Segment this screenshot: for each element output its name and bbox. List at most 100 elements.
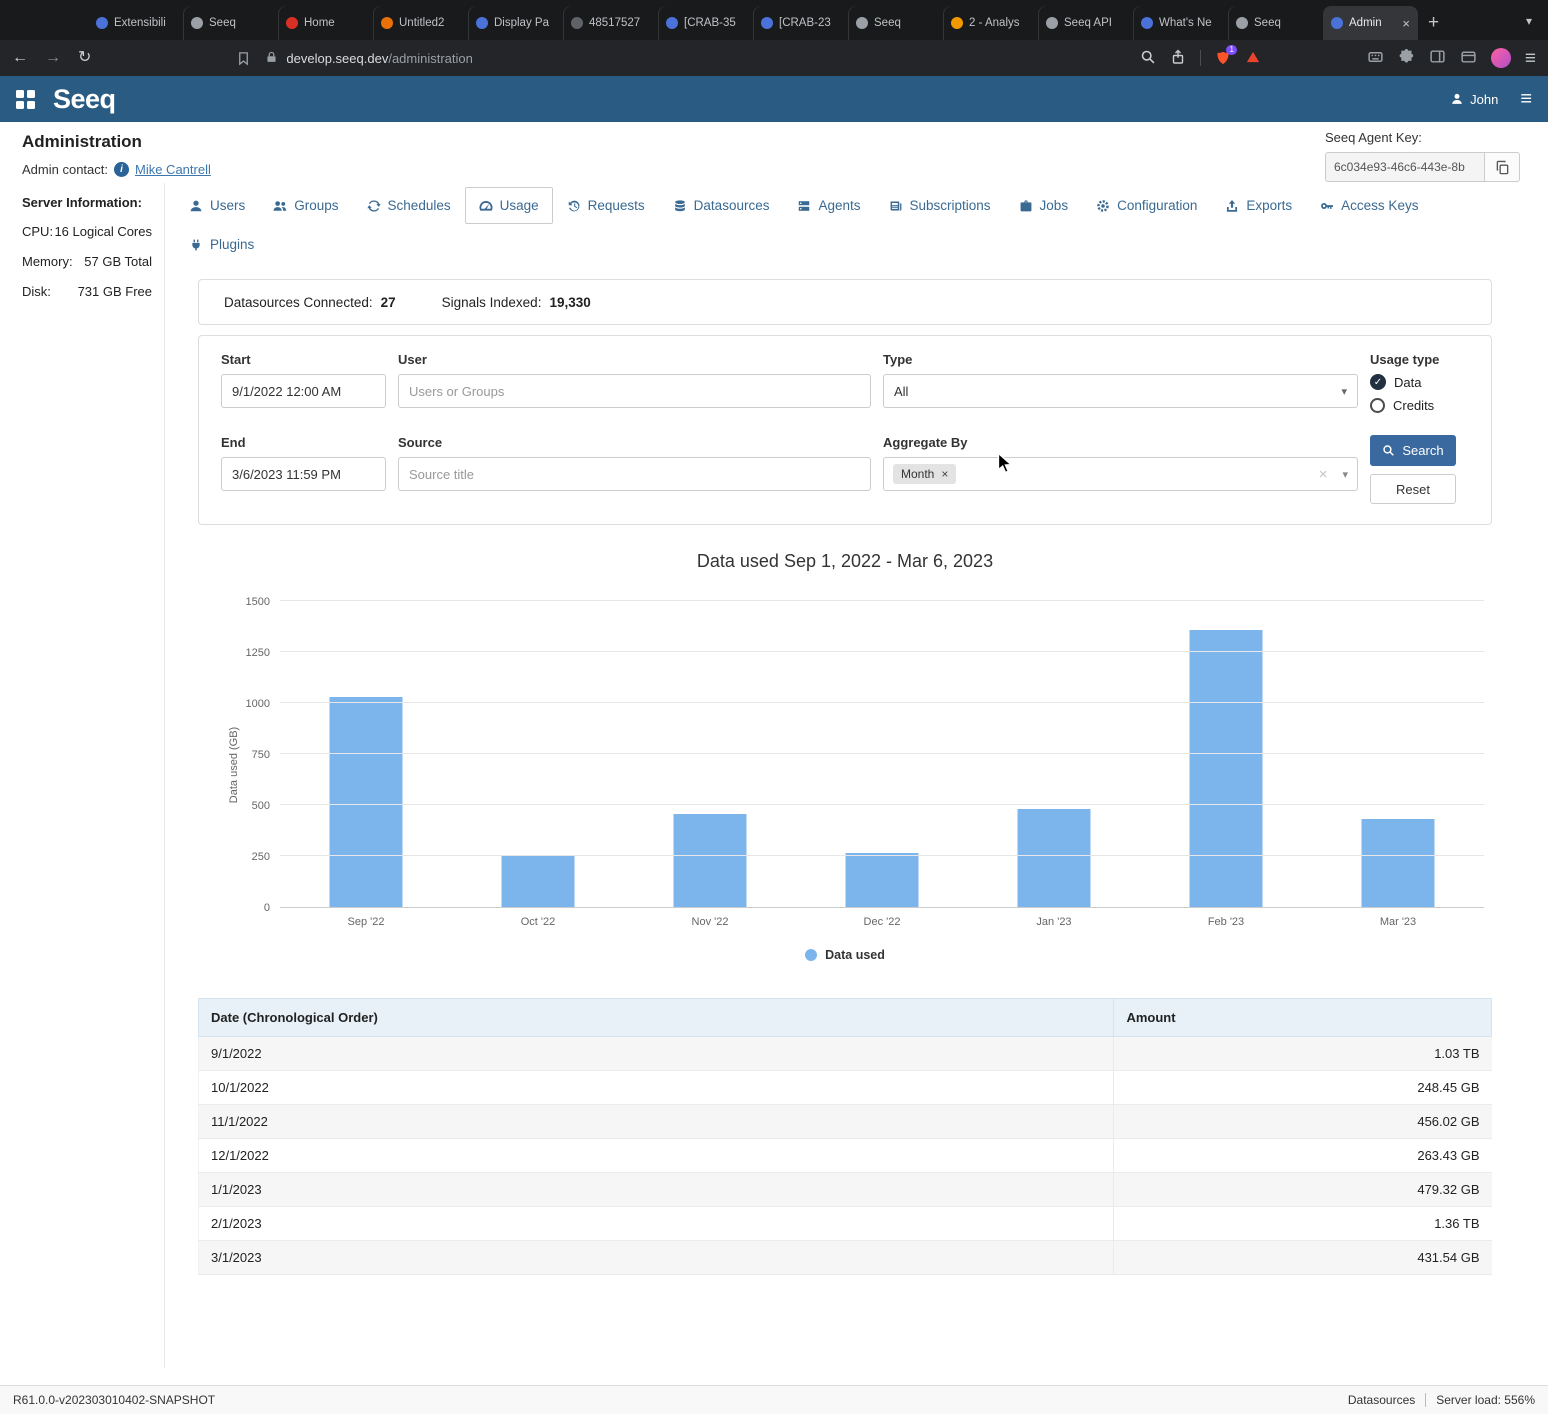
- info-icon: i: [114, 162, 129, 177]
- date-cell: 9/1/2022: [199, 1037, 1114, 1071]
- warning-triangle-icon[interactable]: [1245, 49, 1261, 68]
- browser-tab[interactable]: Admin×: [1323, 6, 1418, 40]
- admin-contact-label: Admin contact:: [22, 162, 108, 177]
- chip-close-icon[interactable]: ×: [941, 467, 948, 481]
- tab-plugins[interactable]: Plugins: [175, 226, 268, 263]
- y-axis-tick: 1250: [226, 647, 270, 659]
- padlock-icon[interactable]: [265, 50, 278, 67]
- chart-plot-area: 0250500750100012501500: [280, 602, 1484, 908]
- type-select[interactable]: All ▾: [883, 374, 1358, 408]
- tab-users[interactable]: Users: [175, 187, 259, 224]
- tab-requests[interactable]: Requests: [553, 187, 659, 224]
- browser-tab[interactable]: [CRAB-23: [753, 6, 848, 40]
- app-menu-icon[interactable]: ≡: [1520, 89, 1532, 109]
- tab-usage[interactable]: Usage: [465, 187, 553, 224]
- search-button[interactable]: Search: [1370, 435, 1456, 466]
- browser-menu-icon[interactable]: ≡: [1525, 49, 1536, 68]
- sidebar-panel-icon[interactable]: [1429, 48, 1446, 68]
- user-input[interactable]: [398, 374, 871, 408]
- clear-icon[interactable]: ×: [1319, 466, 1328, 483]
- url-text[interactable]: develop.seeq.dev/administration: [286, 51, 472, 66]
- y-axis-tick: 500: [226, 800, 270, 812]
- usage-chart: Data used Sep 1, 2022 - Mar 6, 2023 Data…: [198, 551, 1492, 962]
- browser-tab[interactable]: Seeq: [1228, 6, 1323, 40]
- tab-list-chevron-icon[interactable]: ▾: [1526, 14, 1532, 28]
- usage-type-option-data[interactable]: ✓Data: [1370, 374, 1469, 390]
- datasources-connected-label: Datasources Connected:: [224, 295, 373, 310]
- mouse-cursor: [997, 452, 1015, 476]
- shield-icon[interactable]: 1: [1215, 50, 1231, 66]
- admin-contact-link[interactable]: Mike Cantrell: [135, 162, 211, 177]
- browser-tab[interactable]: [CRAB-35: [658, 6, 753, 40]
- chevron-down-icon: ▾: [1341, 385, 1347, 398]
- end-date-input[interactable]: [221, 457, 386, 491]
- agent-key-input[interactable]: [1325, 152, 1484, 182]
- reload-icon[interactable]: ↻: [78, 50, 91, 66]
- browser-tab[interactable]: Display Pa: [468, 6, 563, 40]
- date-cell: 2/1/2023: [199, 1207, 1114, 1241]
- browser-tab[interactable]: Extensibili: [88, 6, 183, 40]
- new-tab-button[interactable]: +: [1428, 13, 1439, 32]
- bookmark-icon[interactable]: [236, 51, 251, 66]
- tab-agents[interactable]: Agents: [783, 187, 874, 224]
- reset-button[interactable]: Reset: [1370, 474, 1456, 504]
- footer-datasources-link[interactable]: Datasources: [1348, 1393, 1415, 1407]
- chart-legend[interactable]: Data used: [198, 948, 1492, 962]
- share-icon[interactable]: [1170, 49, 1186, 68]
- tab-exports[interactable]: Exports: [1211, 187, 1306, 224]
- chevron-down-icon[interactable]: ▾: [1342, 468, 1348, 481]
- source-input[interactable]: [398, 457, 871, 491]
- user-name: John: [1470, 92, 1498, 107]
- type-label: Type: [883, 352, 1358, 367]
- tab-favicon: [761, 17, 773, 29]
- tab-schedules[interactable]: Schedules: [353, 187, 465, 224]
- browser-tab[interactable]: 48517527: [563, 6, 658, 40]
- browser-tab[interactable]: Seeq API: [1038, 6, 1133, 40]
- back-icon[interactable]: ←: [12, 50, 28, 66]
- tab-title: What's Ne: [1159, 17, 1220, 29]
- tab-label: Subscriptions: [910, 198, 991, 213]
- x-axis-label: Feb '23: [1140, 916, 1312, 928]
- tab-configuration[interactable]: Configuration: [1082, 187, 1211, 224]
- tab-title: Display Pa: [494, 17, 555, 29]
- wallet-icon[interactable]: [1460, 48, 1477, 68]
- usage-type-option-credits[interactable]: Credits: [1370, 398, 1469, 413]
- tab-datasources[interactable]: Datasources: [659, 187, 784, 224]
- tab-title: 48517527: [589, 17, 650, 29]
- puzzle-extensions-icon[interactable]: [1398, 48, 1415, 68]
- tab-title: Extensibili: [114, 17, 175, 29]
- copy-button[interactable]: [1484, 152, 1520, 182]
- browser-tab[interactable]: Seeq: [183, 6, 278, 40]
- gauge-icon: [479, 199, 493, 213]
- browser-tab[interactable]: What's Ne: [1133, 6, 1228, 40]
- seeq-logo[interactable]: Seeq: [53, 84, 116, 115]
- browser-tab[interactable]: Untitled2: [373, 6, 468, 40]
- forward-icon[interactable]: →: [45, 50, 61, 66]
- browser-tab[interactable]: Home: [278, 6, 373, 40]
- app-launcher-icon[interactable]: [16, 90, 35, 109]
- tab-jobs[interactable]: Jobs: [1005, 187, 1083, 224]
- user-menu[interactable]: John: [1450, 92, 1498, 107]
- x-axis-label: Jan '23: [968, 916, 1140, 928]
- start-date-input[interactable]: [221, 374, 386, 408]
- chart-bar: [1190, 630, 1263, 907]
- browser-tab[interactable]: 2 - Analys: [943, 6, 1038, 40]
- user-icon: [1450, 92, 1464, 106]
- x-axis-label: Sep '22: [280, 916, 452, 928]
- profile-avatar[interactable]: [1491, 48, 1511, 68]
- tab-groups[interactable]: Groups: [259, 187, 352, 224]
- gridline: [280, 753, 1484, 754]
- y-axis-tick: 250: [226, 851, 270, 863]
- tab-subscriptions[interactable]: Subscriptions: [875, 187, 1005, 224]
- aggregate-by-select[interactable]: Month × × ▾: [883, 457, 1358, 491]
- x-axis-label: Nov '22: [624, 916, 796, 928]
- tab-title: Home: [304, 17, 365, 29]
- tab-close-icon[interactable]: ×: [1402, 16, 1410, 31]
- tab-access-keys[interactable]: Access Keys: [1306, 187, 1432, 224]
- amount-cell: 1.03 TB: [1114, 1037, 1492, 1071]
- browser-tab[interactable]: Seeq: [848, 6, 943, 40]
- gridline: [280, 855, 1484, 856]
- keyboard-extension-icon[interactable]: [1367, 48, 1384, 68]
- user-label: User: [398, 352, 871, 367]
- zoom-icon[interactable]: [1140, 49, 1156, 68]
